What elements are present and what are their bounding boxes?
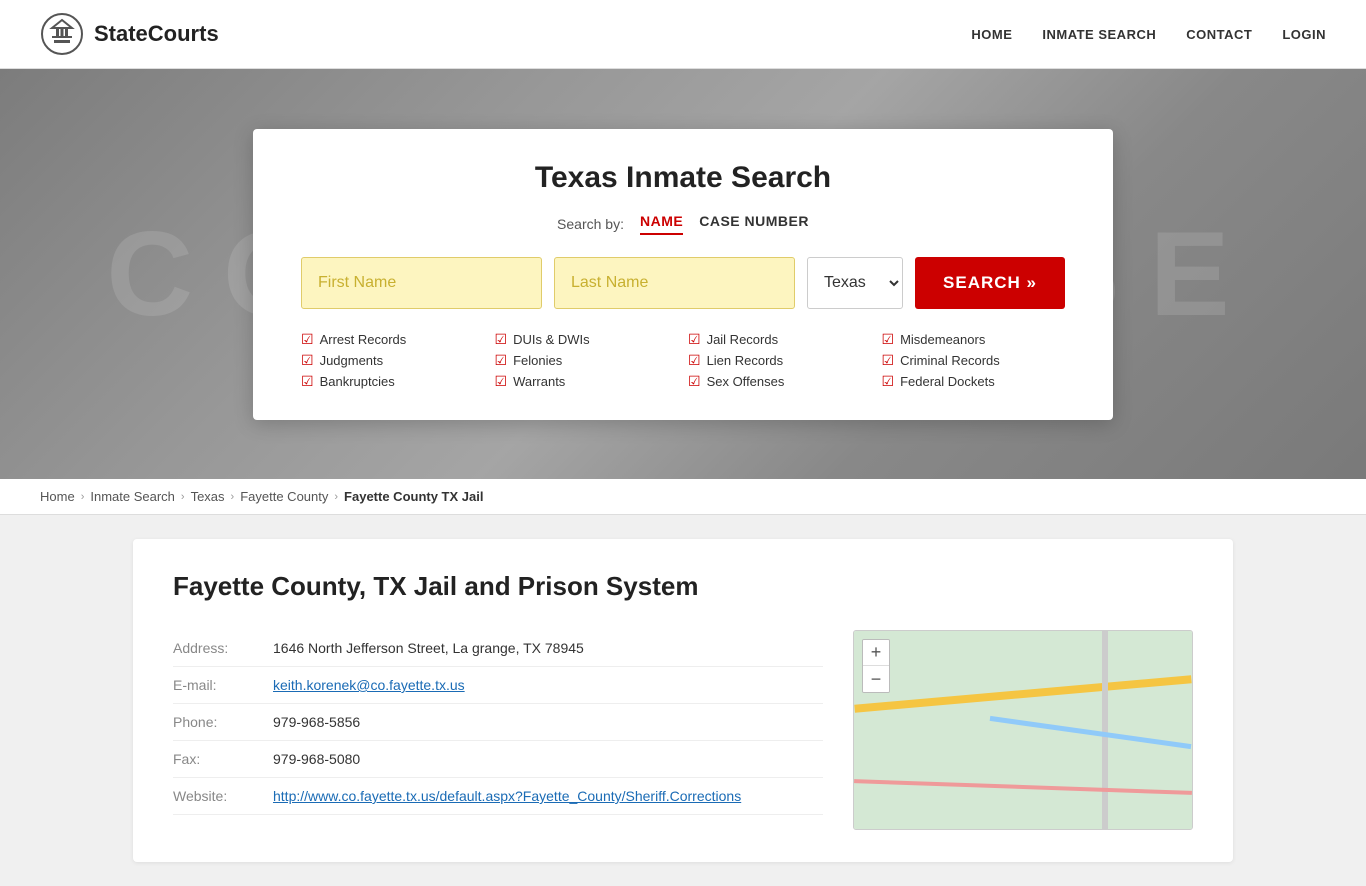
breadcrumb-current: Fayette County TX Jail <box>344 489 483 504</box>
search-button[interactable]: SEARCH » <box>915 257 1065 309</box>
check-item: ☑ Criminal Records <box>882 352 1066 369</box>
fax-label: Fax: <box>173 751 273 767</box>
website-row: Website: http://www.co.fayette.tx.us/def… <box>173 778 823 815</box>
breadcrumb-separator: › <box>181 491 185 503</box>
nav-inmate-search[interactable]: INMATE SEARCH <box>1042 27 1156 42</box>
email-link[interactable]: keith.korenek@co.fayette.tx.us <box>273 677 465 693</box>
checkbox-icon: ☑ <box>301 331 314 348</box>
email-label: E-mail: <box>173 677 273 693</box>
phone-value: 979-968-5856 <box>273 714 360 730</box>
breadcrumb-link-fayette-county[interactable]: Fayette County <box>240 489 328 504</box>
checkbox-icon: ☑ <box>495 352 508 369</box>
check-label: Criminal Records <box>900 353 1000 368</box>
check-label: Judgments <box>320 353 384 368</box>
check-label: Felonies <box>513 353 562 368</box>
phone-row: Phone: 979-968-5856 <box>173 704 823 741</box>
checkbox-icon: ☑ <box>882 373 895 390</box>
checkbox-icon: ☑ <box>688 352 701 369</box>
header: StateCourts HOME INMATE SEARCH CONTACT L… <box>0 0 1366 69</box>
map-background <box>854 631 1192 829</box>
breadcrumb-link-home[interactable]: Home <box>40 489 75 504</box>
email-row: E-mail: keith.korenek@co.fayette.tx.us <box>173 667 823 704</box>
logo-text: StateCourts <box>94 21 219 47</box>
check-item: ☑ Arrest Records <box>301 331 485 348</box>
breadcrumb: Home › Inmate Search › Texas › Fayette County ›… <box>0 479 1366 515</box>
check-item: ☑ Misdemeanors <box>882 331 1066 348</box>
checkbox-icon: ☑ <box>688 331 701 348</box>
map-zoom-in[interactable]: + <box>863 640 889 666</box>
checkbox-icon: ☑ <box>301 373 314 390</box>
check-label: Bankruptcies <box>320 374 395 389</box>
tab-name[interactable]: NAME <box>640 213 683 235</box>
checkbox-icon: ☑ <box>495 373 508 390</box>
phone-label: Phone: <box>173 714 273 730</box>
breadcrumb-separator: › <box>334 491 338 503</box>
map-zoom-out[interactable]: − <box>863 666 889 692</box>
info-section: Address: 1646 North Jefferson Street, La… <box>173 630 823 830</box>
address-label: Address: <box>173 640 273 656</box>
check-item: ☑ Felonies <box>495 352 679 369</box>
breadcrumb-separator: › <box>81 491 85 503</box>
check-label: Misdemeanors <box>900 332 985 347</box>
checkbox-icon: ☑ <box>688 373 701 390</box>
main-nav: HOME INMATE SEARCH CONTACT LOGIN <box>971 27 1326 42</box>
check-label: Sex Offenses <box>707 374 785 389</box>
check-item: ☑ Bankruptcies <box>301 373 485 390</box>
check-item: ☑ Warrants <box>495 373 679 390</box>
check-item: ☑ Sex Offenses <box>688 373 872 390</box>
search-by-row: Search by: NAME CASE NUMBER <box>301 213 1065 235</box>
fax-value: 979-968-5080 <box>273 751 360 767</box>
checkbox-icon: ☑ <box>882 331 895 348</box>
content-title: Fayette County, TX Jail and Prison Syste… <box>173 571 1193 602</box>
map-container: + − <box>853 630 1193 830</box>
state-select[interactable]: Texas <box>807 257 903 309</box>
search-by-label: Search by: <box>557 216 624 232</box>
nav-home[interactable]: HOME <box>971 27 1012 42</box>
check-label: Arrest Records <box>320 332 407 347</box>
content-card: Fayette County, TX Jail and Prison Syste… <box>133 539 1233 862</box>
website-label: Website: <box>173 788 273 804</box>
checkbox-icon: ☑ <box>882 352 895 369</box>
search-card-title: Texas Inmate Search <box>301 161 1065 195</box>
check-label: Lien Records <box>707 353 784 368</box>
search-card: Texas Inmate Search Search by: NAME CASE… <box>253 129 1113 420</box>
checkbox-icon: ☑ <box>495 331 508 348</box>
search-inputs-row: Texas SEARCH » <box>301 257 1065 309</box>
map-controls: + − <box>862 639 890 693</box>
address-value: 1646 North Jefferson Street, La grange, … <box>273 640 584 656</box>
breadcrumb-link-texas[interactable]: Texas <box>191 489 225 504</box>
breadcrumb-link-inmate-search[interactable]: Inmate Search <box>90 489 175 504</box>
logo-area: StateCourts <box>40 12 219 56</box>
check-label: DUIs & DWIs <box>513 332 590 347</box>
nav-login[interactable]: LOGIN <box>1282 27 1326 42</box>
check-item: ☑ Federal Dockets <box>882 373 1066 390</box>
checkbox-icon: ☑ <box>301 352 314 369</box>
last-name-input[interactable] <box>554 257 795 309</box>
address-row: Address: 1646 North Jefferson Street, La… <box>173 630 823 667</box>
main-content: Fayette County, TX Jail and Prison Syste… <box>93 539 1273 862</box>
check-item: ☑ DUIs & DWIs <box>495 331 679 348</box>
check-item: ☑ Jail Records <box>688 331 872 348</box>
breadcrumb-separator: › <box>231 491 235 503</box>
map-section: + − <box>853 630 1193 830</box>
hero-section: COURTHOUSE Texas Inmate Search Search by… <box>0 69 1366 479</box>
content-inner: Address: 1646 North Jefferson Street, La… <box>173 630 1193 830</box>
nav-contact[interactable]: CONTACT <box>1186 27 1252 42</box>
map-road-2 <box>1102 631 1108 829</box>
tab-case-number[interactable]: CASE NUMBER <box>699 213 809 235</box>
check-label: Warrants <box>513 374 565 389</box>
checks-grid: ☑ Arrest Records ☑ DUIs & DWIs ☑ Jail Records… <box>301 331 1065 390</box>
check-item: ☑ Judgments <box>301 352 485 369</box>
website-link[interactable]: http://www.co.fayette.tx.us/default.aspx… <box>273 788 741 804</box>
first-name-input[interactable] <box>301 257 542 309</box>
check-label: Jail Records <box>707 332 779 347</box>
check-label: Federal Dockets <box>900 374 995 389</box>
logo-icon <box>40 12 84 56</box>
fax-row: Fax: 979-968-5080 <box>173 741 823 778</box>
check-item: ☑ Lien Records <box>688 352 872 369</box>
